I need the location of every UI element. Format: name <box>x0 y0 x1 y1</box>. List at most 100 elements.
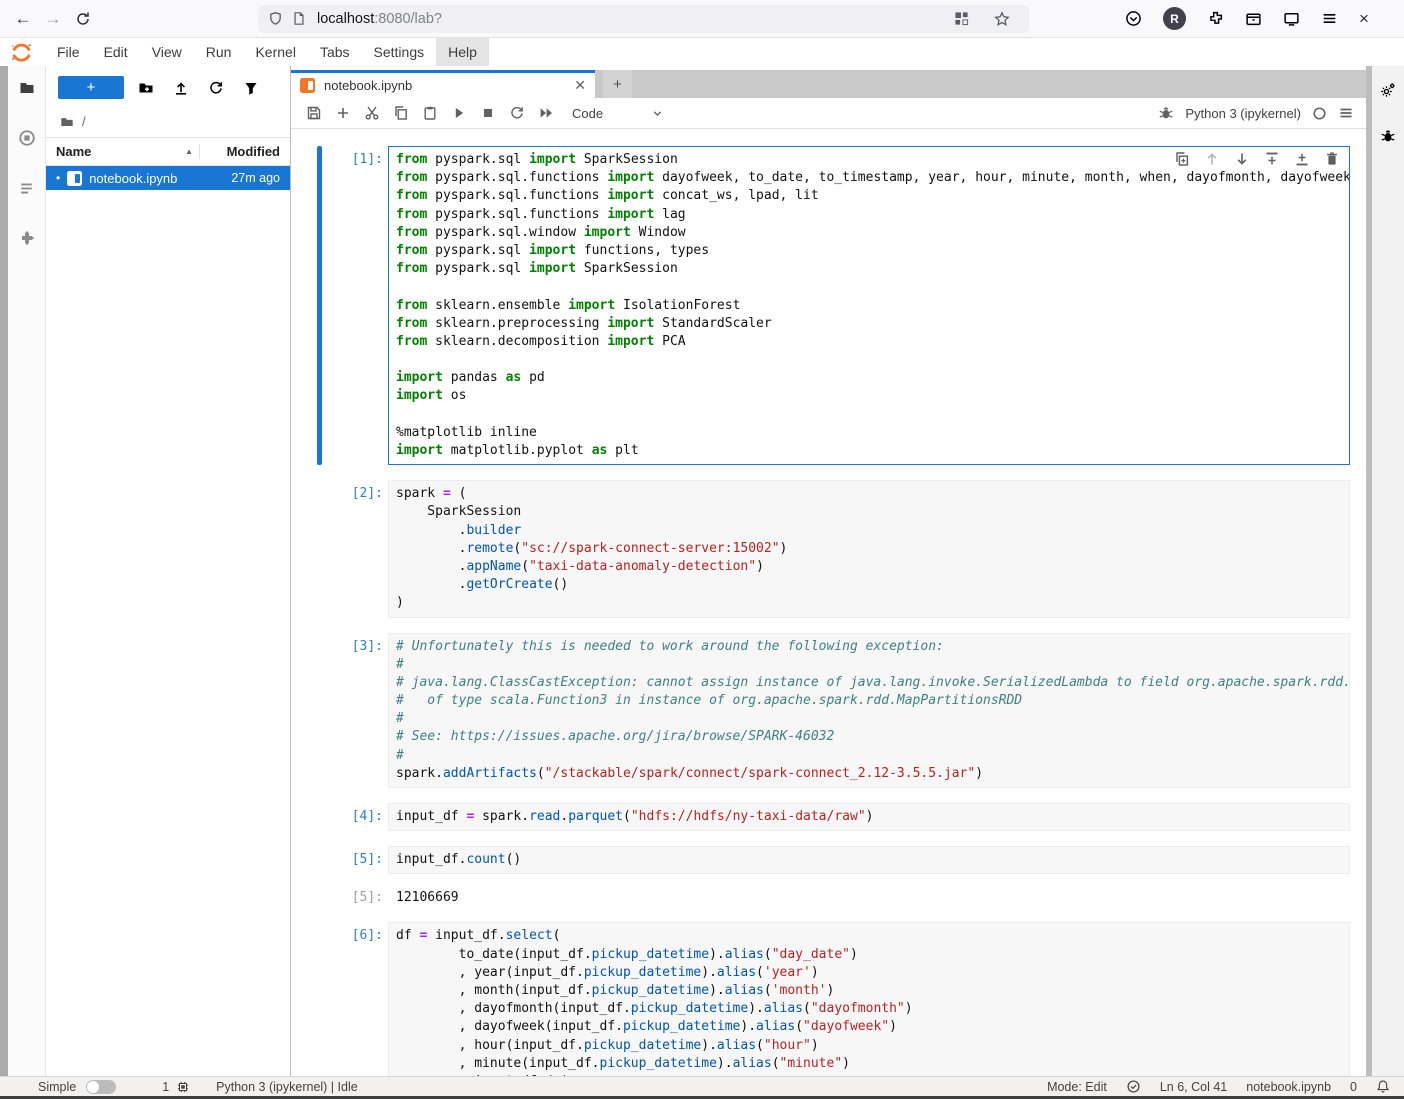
file-name: notebook.ipynb <box>89 171 224 186</box>
insert-cell-below-button[interactable] <box>1294 151 1310 167</box>
page-icon[interactable] <box>292 11 306 26</box>
shield-icon[interactable] <box>268 11 283 26</box>
menu-settings[interactable]: Settings <box>362 38 437 66</box>
mode-indicator[interactable]: Mode: Edit <box>1047 1080 1107 1094</box>
menu-view[interactable]: View <box>140 38 194 66</box>
simple-mode-toggle[interactable] <box>86 1080 116 1094</box>
code-line: .getOrCreate() <box>396 576 1342 594</box>
paste-cells-button[interactable] <box>415 100 444 126</box>
close-icon[interactable]: × <box>1359 9 1369 29</box>
url-text[interactable]: localhost:8080/lab? <box>317 11 442 27</box>
kernel-name[interactable]: Python 3 (ipykernel) <box>1185 106 1301 121</box>
code-line: import matplotlib.pyplot as plt <box>396 442 1342 460</box>
cut-cells-button[interactable] <box>357 100 386 126</box>
upload-icon[interactable] <box>173 80 189 96</box>
menu-help[interactable]: Help <box>436 38 489 66</box>
duplicate-cell-button[interactable] <box>1174 151 1190 167</box>
tab-close-icon[interactable]: ✕ <box>574 77 586 94</box>
cell-type-dropdown[interactable]: Code <box>572 106 664 121</box>
cell-editor[interactable]: input_df = spark.read.parquet("hdfs://hd… <box>388 803 1350 831</box>
url-path: :8080/lab? <box>374 11 442 27</box>
window-edge <box>0 66 8 1076</box>
cell-editor[interactable]: from pyspark.sql import SparkSession from… <box>388 146 1350 465</box>
code-cell-6[interactable]: [6]: df = input_df.select( to_date(input… <box>317 922 1350 1076</box>
app-menu-icon[interactable] <box>1321 10 1338 27</box>
cursor-position[interactable]: Ln 6, Col 41 <box>1160 1080 1227 1094</box>
table-of-contents-icon[interactable] <box>18 180 35 197</box>
new-launcher-button[interactable]: + <box>58 76 124 99</box>
screen-icon[interactable] <box>1283 10 1300 27</box>
new-folder-icon[interactable] <box>138 80 154 96</box>
cell-input-prompt: [3]: <box>322 633 388 789</box>
breadcrumb-root[interactable]: / <box>82 114 86 129</box>
cell-input-prompt: [5]: <box>322 846 388 874</box>
account-avatar[interactable]: R <box>1163 7 1186 30</box>
column-header-modified[interactable]: Modified <box>199 144 280 159</box>
add-cell-button[interactable] <box>328 100 357 126</box>
copy-cells-button[interactable] <box>386 100 415 126</box>
run-all-button[interactable] <box>531 100 560 126</box>
code-line <box>396 351 1342 369</box>
toolbox-icon[interactable] <box>1245 10 1262 27</box>
code-cell-5[interactable]: [5]: input_df.count() <box>317 846 1350 874</box>
debugger-bug-icon[interactable] <box>1158 105 1174 121</box>
running-sessions-icon[interactable] <box>18 129 36 147</box>
grid-icon[interactable] <box>954 11 969 26</box>
filter-icon[interactable] <box>243 80 259 96</box>
menu-tabs[interactable]: Tabs <box>308 38 362 66</box>
cell-gutter: [5]: <box>317 846 388 874</box>
code-line: # <box>396 710 1342 728</box>
pocket-icon[interactable] <box>1125 10 1142 27</box>
debugger-icon[interactable] <box>1380 128 1396 144</box>
file-row[interactable]: • notebook.ipynb 27m ago <box>46 166 290 190</box>
move-cell-up-button[interactable] <box>1204 151 1220 167</box>
file-browser-icon[interactable] <box>19 80 35 96</box>
tab-notebook[interactable]: notebook.ipynb ✕ <box>291 70 595 98</box>
back-icon[interactable]: ← <box>8 4 38 34</box>
menu-kernel[interactable]: Kernel <box>243 38 307 66</box>
column-header-name[interactable]: Name▲ <box>56 144 199 159</box>
menu-file[interactable]: File <box>45 38 92 66</box>
code-cell-1[interactable]: [1]: from pyspark.sql import SparkSessio… <box>317 146 1350 465</box>
code-line: # <box>396 656 1342 674</box>
insert-cell-above-button[interactable] <box>1264 151 1280 167</box>
menu-edit[interactable]: Edit <box>92 38 140 66</box>
restart-kernel-button[interactable] <box>502 100 531 126</box>
cell-gutter: [4]: <box>317 803 388 831</box>
menu-run[interactable]: Run <box>194 38 244 66</box>
toolbar-menu-icon[interactable] <box>1338 105 1354 121</box>
extensions-icon[interactable] <box>1207 10 1224 27</box>
reload-icon[interactable] <box>68 4 98 34</box>
statusbar-filename[interactable]: notebook.ipynb <box>1246 1080 1331 1094</box>
tab-bar: notebook.ipynb ✕ + <box>291 70 1366 98</box>
kernel-sessions[interactable]: 1 <box>162 1080 190 1094</box>
code-line: from pyspark.sql import SparkSession <box>396 260 1342 278</box>
code-line: input_df = spark.read.parquet("hdfs://hd… <box>396 808 1342 826</box>
breadcrumb[interactable]: / <box>46 107 290 137</box>
new-tab-button[interactable]: + <box>603 70 632 98</box>
refresh-icon[interactable] <box>208 80 224 96</box>
code-line: df = input_df.select( <box>396 927 1342 945</box>
kernel-status-text[interactable]: Python 3 (ipykernel) | Idle <box>216 1080 358 1094</box>
move-cell-down-button[interactable] <box>1234 151 1250 167</box>
code-line: from pyspark.sql.window import Window <box>396 224 1342 242</box>
cell-editor[interactable]: input_df.count() <box>388 846 1350 874</box>
code-cell-2[interactable]: [2]: spark = ( SparkSession .builder .re… <box>317 480 1350 617</box>
kernel-status-icon[interactable] <box>1312 106 1327 121</box>
bell-icon[interactable] <box>1376 1079 1390 1094</box>
extension-manager-icon[interactable] <box>19 230 35 246</box>
bookmark-star-icon[interactable] <box>994 11 1010 27</box>
delete-cell-button[interactable] <box>1324 151 1340 167</box>
run-cell-button[interactable] <box>444 100 473 126</box>
stop-kernel-button[interactable] <box>473 100 502 126</box>
jupyterlab-menubar: FileEditViewRunKernelTabsSettingsHelp <box>0 38 1404 66</box>
cell-editor[interactable]: # Unfortunately this is needed to work a… <box>388 633 1350 789</box>
code-cell-3[interactable]: [3]: # Unfortunately this is needed to w… <box>317 633 1350 789</box>
url-bar[interactable]: localhost:8080/lab? <box>258 5 1029 33</box>
forward-icon[interactable]: → <box>38 4 68 34</box>
code-cell-4[interactable]: [4]: input_df = spark.read.parquet("hdfs… <box>317 803 1350 831</box>
property-inspector-icon[interactable] <box>1380 82 1396 98</box>
save-button[interactable] <box>299 100 328 126</box>
cell-editor[interactable]: df = input_df.select( to_date(input_df.p… <box>388 922 1350 1076</box>
cell-editor[interactable]: spark = ( SparkSession .builder .remote(… <box>388 480 1350 617</box>
